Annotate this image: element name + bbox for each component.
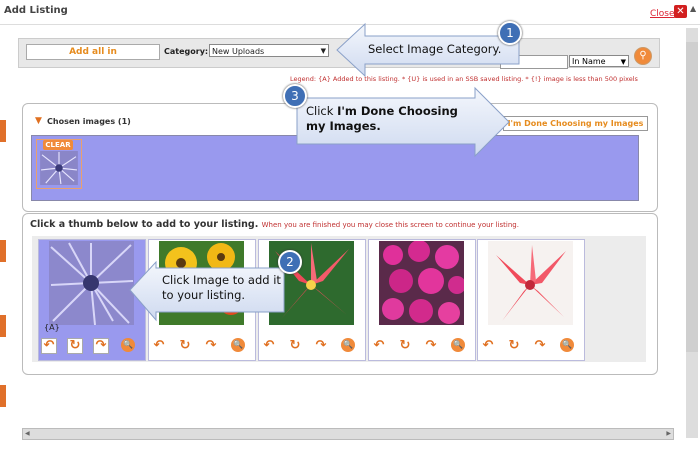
add-all-button[interactable]: Add all in [26, 44, 160, 60]
zoom-icon[interactable]: 🔍 [231, 338, 245, 352]
dialog-title: Add Listing [4, 5, 68, 16]
callout-2-line2: to your listing. [162, 288, 246, 302]
vertical-scrollbar[interactable] [686, 28, 698, 438]
thumb-image-purple-flower [49, 241, 134, 325]
chevron-down-icon: ▼ [620, 58, 626, 66]
zoom-icon[interactable]: 🔍 [121, 338, 135, 352]
callout-3-text: Click I'm Done Choosing my Images. [306, 104, 458, 134]
rotate-left-icon[interactable]: ↶ [41, 338, 57, 354]
done-choosing-button[interactable]: I'm Done Choosing my Images [503, 116, 648, 131]
rotate-right-icon[interactable]: ↷ [203, 338, 219, 354]
zoom-icon[interactable]: 🔍 [451, 338, 465, 352]
callout-1-text: Select Image Category. [368, 42, 502, 56]
side-stripe [0, 240, 6, 262]
rotate-flip-icon[interactable]: ↻ [177, 338, 193, 354]
category-value: New Uploads [212, 47, 265, 56]
thumbs-heading: Click a thumb below to add to your listi… [30, 219, 519, 230]
callout-2-text: Click Image to add it to your listing. [162, 273, 281, 303]
thumb-image-magenta-flowers [379, 241, 464, 325]
side-stripe [0, 315, 6, 337]
rotate-right-icon[interactable]: ↷ [532, 338, 548, 354]
side-stripe [0, 385, 6, 407]
thumb-item[interactable]: ↶ ↻ ↷ 🔍 [368, 239, 476, 361]
scroll-right-icon[interactable]: ▶ [666, 430, 671, 437]
category-label: Category: [164, 47, 209, 56]
rotate-left-icon[interactable]: ↶ [261, 338, 277, 354]
zoom-icon[interactable]: 🔍 [341, 338, 355, 352]
zoom-icon[interactable]: 🔍 [560, 338, 574, 352]
chevron-down-icon: ▼ [320, 47, 326, 55]
chosen-flower-image [40, 151, 78, 185]
callout-2-line1: Click Image to add it [162, 273, 281, 287]
callout-2-badge: 2 [278, 250, 302, 274]
callout-1-badge: 1 [498, 21, 522, 45]
clear-button[interactable]: CLEAR [43, 140, 73, 150]
vertical-scroll-thumb[interactable] [686, 42, 698, 352]
collapse-arrow-icon[interactable]: ▼ [35, 116, 42, 126]
thumb-item[interactable]: ↶ ↻ ↷ 🔍 [477, 239, 585, 361]
rotate-flip-icon[interactable]: ↻ [506, 338, 522, 354]
rotate-left-icon[interactable]: ↶ [371, 338, 387, 354]
scroll-left-icon[interactable]: ◀ [25, 430, 30, 437]
rotate-flip-icon[interactable]: ↻ [397, 338, 413, 354]
search-icon[interactable]: ⚲ [634, 47, 652, 65]
caret-up-icon[interactable]: ▲ [690, 4, 696, 13]
rotate-right-icon[interactable]: ↷ [93, 338, 109, 354]
rotate-left-icon[interactable]: ↶ [151, 338, 167, 354]
callout-3-badge: 3 [283, 84, 307, 108]
callout-3-line2: my Images. [306, 119, 381, 133]
horizontal-scrollbar[interactable]: ◀ ▶ [22, 428, 674, 440]
category-select[interactable]: New Uploads ▼ [209, 44, 329, 57]
close-link[interactable]: Close [650, 9, 675, 19]
sort-select[interactable]: In Name ▼ [569, 55, 629, 67]
rotate-flip-icon[interactable]: ↻ [67, 338, 83, 354]
callout-3-line1-pre: Click [306, 104, 338, 118]
chosen-images-title: Chosen images (1) [47, 117, 131, 126]
thumbs-heading-sub: When you are finished you may close this… [261, 221, 519, 229]
rotate-flip-icon[interactable]: ↻ [287, 338, 303, 354]
thumb-flag: {A} [44, 323, 60, 332]
callout-3-line1-bold: I'm Done Choosing [337, 104, 458, 118]
sort-value: In Name [572, 57, 606, 66]
rotate-right-icon[interactable]: ↷ [313, 338, 329, 354]
thumb-image-pink-lily-2 [488, 241, 573, 325]
side-stripe [0, 120, 6, 142]
close-icon[interactable]: ✕ [674, 5, 687, 18]
thumbs-heading-main: Click a thumb below to add to your listi… [30, 219, 259, 230]
rotate-right-icon[interactable]: ↷ [423, 338, 439, 354]
rotate-left-icon[interactable]: ↶ [480, 338, 496, 354]
